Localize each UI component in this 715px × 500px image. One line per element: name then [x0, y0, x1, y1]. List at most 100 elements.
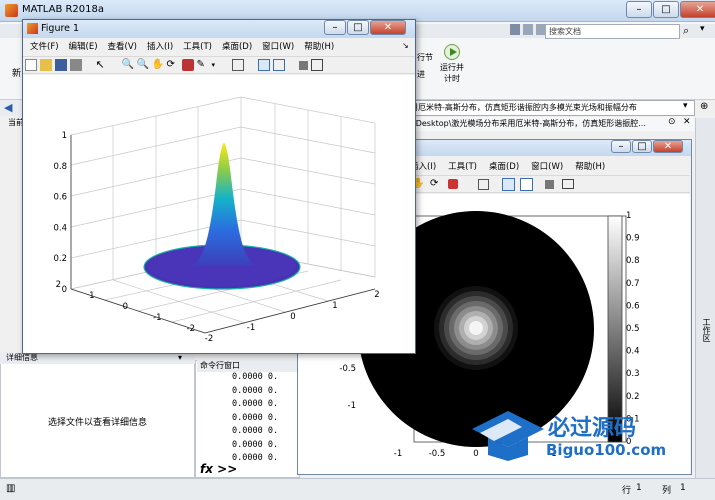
x-tick-label: -1: [247, 323, 255, 333]
save-figure-icon[interactable]: [54, 59, 67, 71]
cmd-output-row: 0.0000 0.: [232, 385, 279, 396]
z-tick-label: 0.6: [53, 193, 67, 203]
central-mode-rings: [434, 286, 518, 370]
y-tick-label: -2: [187, 324, 195, 334]
z-tick-label: 0.2: [53, 254, 67, 264]
editor-menu-icon[interactable]: ✕: [683, 117, 691, 127]
figure2-close-button[interactable]: ✕: [653, 140, 683, 153]
quick-access-toolbar: [510, 24, 546, 35]
run-and-time-button[interactable]: 运行并 计时: [432, 44, 472, 92]
maximize-button[interactable]: □: [653, 1, 679, 18]
figure1-menu-item-2[interactable]: 查看(V): [108, 40, 137, 54]
matlab-logo-icon: [5, 4, 18, 17]
cmd-output-row: 0.0000 0.: [232, 439, 279, 450]
figure1-title: Figure 1: [41, 23, 80, 34]
cmd-output-row: 0.0000 0.: [232, 399, 279, 409]
search-input[interactable]: 搜索文档: [545, 24, 680, 39]
show-plot-tools-icon[interactable]: [562, 179, 574, 189]
data-cursor-icon[interactable]: [448, 179, 458, 189]
figure1-menu-item-5[interactable]: 桌面(D): [222, 40, 252, 54]
link-plot-icon[interactable]: [478, 179, 489, 190]
figure1-dock-icon[interactable]: ↘: [402, 41, 409, 50]
colorbar-tick-label: 0.8: [626, 256, 640, 266]
details-collapse-icon[interactable]: ▾: [178, 353, 182, 362]
z-tick-label: 0.8: [53, 162, 67, 172]
figure2-toolbar: ✋ ⟳: [410, 175, 690, 193]
run-section-label-a: 行节: [417, 53, 433, 62]
figure2-window-controls: – □ ✕: [610, 140, 683, 158]
current-folder-path[interactable]: 用厄米特-高斯分布，仿真矩形谐振腔内多模光束光场和振幅分布: [405, 100, 695, 116]
figure1-plot: 0 0.2 0.4 0.6 0.8 1 -2 -1 0 1 2 -2 -1 0 1 2: [23, 75, 415, 353]
x-ticks: -2 -1 0 1 2: [205, 290, 380, 344]
run-time-label-a: 运行并: [440, 63, 464, 72]
close-button[interactable]: ✕: [680, 1, 715, 18]
figure2-y-tick-label: -0.5: [339, 364, 356, 374]
x-tick-label: 1: [332, 301, 337, 311]
run-time-icon: [444, 44, 460, 60]
figure2-maximize-button[interactable]: □: [632, 140, 652, 153]
show-tools-icon[interactable]: [310, 59, 323, 71]
back-arrow-icon[interactable]: ◀: [4, 101, 12, 114]
figure2-y-tick-label: -1: [348, 401, 356, 411]
undo-icon[interactable]: [523, 24, 533, 35]
brush-dropdown-icon[interactable]: ▾: [212, 59, 218, 71]
search-icon[interactable]: ⌕: [683, 24, 689, 38]
path-dropdown-icon[interactable]: ▾: [683, 101, 688, 111]
insert-legend-icon[interactable]: [520, 178, 533, 191]
figure2-menu-item-1[interactable]: 工具(T): [448, 160, 477, 174]
colorbar-toggle-icon[interactable]: [257, 59, 270, 71]
rotate-3d-icon[interactable]: ⟳: [167, 59, 179, 71]
figure1-menu-item-6[interactable]: 窗口(W): [262, 40, 294, 54]
figure2-minimize-button[interactable]: –: [611, 140, 631, 153]
brush-icon[interactable]: ✎: [197, 59, 209, 71]
insert-colorbar-icon[interactable]: [502, 178, 515, 191]
figure1-menu-item-1[interactable]: 编辑(E): [69, 40, 98, 54]
details-message: 选择文件以查看详细信息: [47, 418, 147, 428]
z-tick-label: 1: [62, 131, 67, 141]
editor-close-icon[interactable]: ⊙: [668, 117, 676, 127]
cmd-output-row: 0.0000 0.: [232, 453, 279, 463]
pan-icon[interactable]: ✋: [152, 59, 164, 71]
rotate-icon[interactable]: ⟳: [430, 178, 438, 189]
figure1-minimize-button[interactable]: –: [324, 20, 346, 35]
workspace-tab-label: 工作区: [702, 318, 711, 342]
figure1-menu-item-0[interactable]: 文件(F): [30, 40, 59, 54]
run-section-button[interactable]: 行节 进: [417, 52, 433, 80]
save-icon[interactable]: [510, 24, 520, 35]
data-cursor-icon-2[interactable]: [181, 59, 194, 71]
figure-icon: [27, 23, 38, 34]
figure1-close-button[interactable]: ✕: [370, 20, 406, 35]
figure2-menu-item-2[interactable]: 桌面(D): [489, 160, 519, 174]
new-button[interactable]: 新: [12, 66, 21, 79]
command-prompt[interactable]: fx >>: [200, 462, 237, 476]
cmd-output-row: 0.0000 0.: [232, 372, 279, 382]
figure2-menu-item-4[interactable]: 帮助(H): [575, 160, 605, 174]
figure1-maximize-button[interactable]: □: [347, 20, 369, 35]
figure1-menu-item-7[interactable]: 帮助(H): [304, 40, 334, 54]
hide-tools-icon[interactable]: [298, 61, 308, 70]
new-figure-icon[interactable]: [24, 59, 37, 71]
z-tick-label: 0.4: [53, 223, 67, 233]
colorbar-tick-label: 0.4: [626, 347, 640, 357]
status-menu-icon[interactable]: ▥: [6, 483, 15, 494]
zoom-out-icon[interactable]: 🔍: [137, 59, 149, 71]
open-file-icon[interactable]: [39, 59, 52, 71]
ribbon-collapse-icon[interactable]: ▾: [700, 24, 705, 34]
figure1-menu-item-4[interactable]: 工具(T): [183, 40, 212, 54]
browse-folder-icon[interactable]: ⊕: [700, 101, 708, 112]
workspace-side-panel[interactable]: 工作区: [695, 118, 715, 478]
minimize-button[interactable]: –: [626, 1, 652, 18]
colorbar-tick-label: 0.2: [626, 392, 640, 402]
legend-toggle-icon[interactable]: [272, 59, 285, 71]
link-icon[interactable]: [231, 59, 244, 71]
figure2-menu-item-3[interactable]: 窗口(W): [531, 160, 563, 174]
print-icon[interactable]: [69, 59, 82, 71]
graduation-cap-icon: [472, 411, 544, 461]
figure1-title-bar: Figure 1 – □ ✕: [23, 20, 415, 38]
edit-plot-icon[interactable]: ↖: [96, 59, 108, 71]
cmd-output-row: 0.0000 0.: [232, 412, 279, 423]
figure1-menu-item-3[interactable]: 插入(I): [147, 40, 173, 54]
x-axis-line: [204, 288, 376, 334]
zoom-in-icon[interactable]: 🔍: [122, 59, 134, 71]
hide-plot-tools-icon[interactable]: [545, 180, 554, 189]
